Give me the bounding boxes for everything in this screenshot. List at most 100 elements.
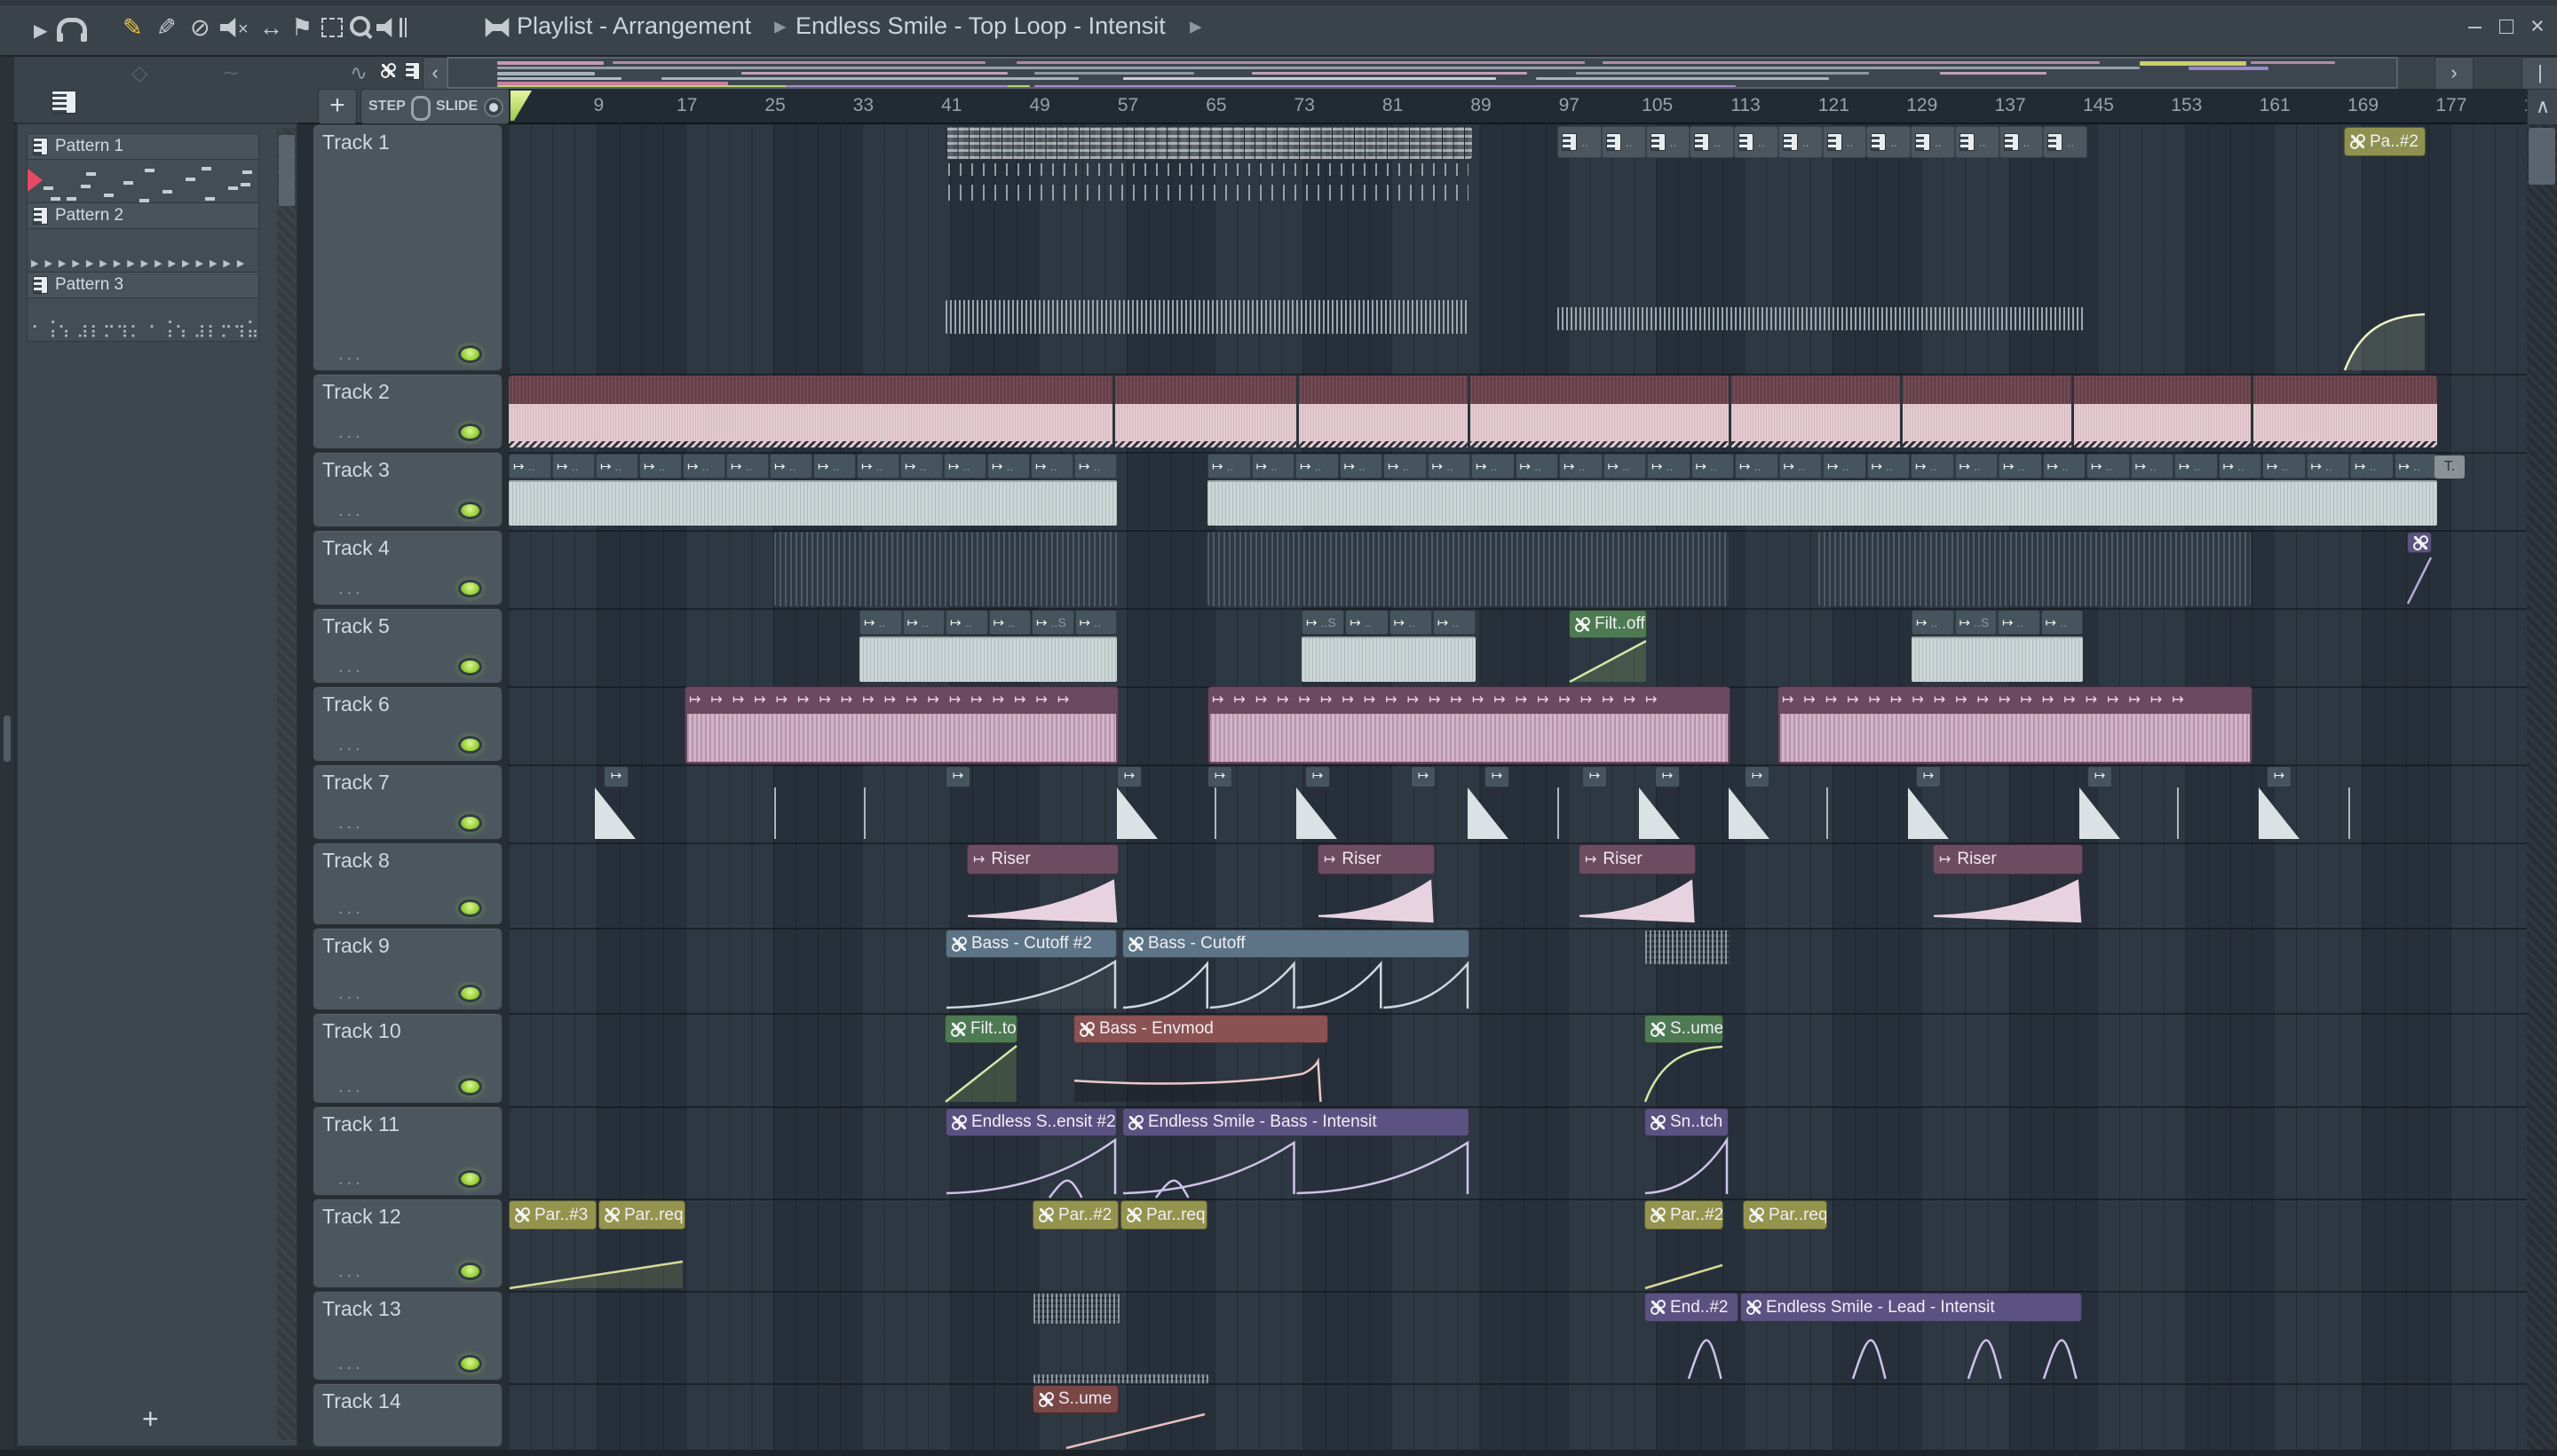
close-button[interactable]: × [2530,12,2545,40]
automation-spike[interactable] [1687,1325,1749,1380]
audio-clip-cell[interactable]: ↦.. [2174,454,2218,479]
pattern-clip[interactable]: .. [1777,126,1823,158]
automation-clip-label[interactable]: Endless Smile - Lead - Intensit [1740,1293,2082,1322]
track-header[interactable]: Track 11... [313,1106,503,1196]
audio-clip-cell[interactable]: ↦.. [596,454,638,479]
audio-clip-cell[interactable]: ↦.. [1295,454,1339,479]
audio-clip-cell[interactable]: ↦ ..S [1954,610,1997,635]
pattern-clip[interactable]: .. [1954,126,1999,158]
audio-clip-cell[interactable]: ↦.. [1735,454,1778,479]
playhead-marker[interactable] [511,91,532,121]
ramp-triangle-clip[interactable] [1468,787,1508,839]
automation-curve[interactable] [1643,1045,1723,1103]
striped-clip[interactable] [774,532,1117,606]
audio-clip-cell[interactable]: ↦.. [1954,454,1998,479]
track-mute-led[interactable] [458,1078,482,1096]
pattern-item[interactable]: Pattern 3 ⠂⢨⢢ ⣰⡆⡒⢲⡂ ⠂⢨⢢ ⣰⡆⡒⢲⣥ ⠂⢨⢢ ⣰⡆⡒⢲⡂ ⠂… [27,272,259,342]
audio-clip-cell[interactable]: ↦.. [726,454,769,479]
automation-clip-label[interactable]: End..#2 [1644,1293,1738,1322]
automation-spike[interactable] [1154,1174,1216,1199]
automation-clip-label[interactable]: Par..req [598,1200,685,1230]
audio-clip-cell[interactable]: ↦.. [1432,610,1476,635]
ramp-triangle-clip[interactable] [2259,787,2300,839]
playlist-grid[interactable]: ........................ Pa..#2 ↦.. ↦.. ↦.. ↦… [509,124,2527,1450]
pattern-panel-icon[interactable] [51,91,76,114]
track-options-dots[interactable]: ... [338,984,364,1004]
audio-clip-cell[interactable]: ↦.. [1823,454,1866,479]
automation-clip-header[interactable]: Bass - Cutoff [1122,930,1469,958]
pattern-clip[interactable]: .. [1734,126,1778,158]
audio-clip-cell[interactable]: ↦.. [2040,610,2083,635]
track-mute-led[interactable] [458,899,482,917]
truncated-clip-label[interactable]: T. [2434,455,2465,479]
audio-clip-cell[interactable]: ↦.. [1515,454,1558,479]
audio-clip-long[interactable] [509,376,2437,450]
automation-curve[interactable] [1073,1045,1328,1103]
marker-clip[interactable]: ↦ [1305,766,1330,787]
automation-curve[interactable] [946,959,1117,1009]
riser-waveform[interactable] [1579,876,1696,926]
audio-clip-cell[interactable]: ↦.. [770,454,812,479]
headphones-icon[interactable] [57,18,87,42]
marker-clip[interactable]: ↦ [946,766,970,787]
audio-clip-cell[interactable]: ↦.. [944,454,986,479]
slide-link-icon[interactable] [381,63,396,78]
ramp-triangle-clip[interactable] [1729,787,1769,839]
track-options-dots[interactable]: ... [338,1077,364,1097]
track-mute-led[interactable] [458,814,482,832]
automation-clip-header[interactable]: Filt..toff [945,1015,1017,1043]
pattern-preview[interactable] [27,160,259,203]
marker-clip[interactable]: ↦ [2267,766,2292,787]
left-edge-handle[interactable] [4,716,11,762]
audio-clip-cell[interactable]: ↦.. [1999,454,2042,479]
pattern-clip[interactable]: .. [1601,126,1646,158]
audio-clip-cell[interactable]: ↦.. [1074,454,1117,479]
audio-clip-cell[interactable]: ↦ ..S [1032,610,1074,635]
audio-clip-cell[interactable]: ↦.. [857,454,899,479]
ramp-triangle-clip[interactable] [2079,787,2120,839]
marker-clip[interactable]: ↦ [604,766,629,787]
striped-clip[interactable] [1818,532,2251,606]
pattern-clip[interactable]: .. [1911,126,1955,158]
audio-clip-cell[interactable]: ↦.. [552,454,595,479]
paint-icon[interactable]: ✎ [156,14,177,41]
marker-clip[interactable]: ↦ [1582,766,1607,787]
breadcrumb-arrangement[interactable]: Endless Smile - Top Loop - Intensit [796,12,1166,40]
track-header[interactable]: Track 5... [313,608,503,684]
muted-pattern-block[interactable] [1033,1373,1209,1384]
pattern-clip[interactable]: .. [1999,126,2044,158]
pattern-clip[interactable]: .. [1866,126,1911,158]
audio-clip-cell[interactable]: ↦.. [1603,454,1646,479]
automation-curve[interactable] [945,1045,1017,1103]
track-mute-led[interactable] [458,736,482,754]
muted-pattern-block[interactable] [1644,930,1730,965]
audio-clip-cell[interactable]: ↦.. [2306,454,2349,479]
audio-clip-cell[interactable]: ↦.. [1690,454,1734,479]
audio-clip-cell[interactable]: ↦.. [859,610,902,635]
audio-clip-cell[interactable]: ↦.. [902,610,945,635]
automation-clip-header[interactable]: Endless Smile - Bass - Intensit [1122,1108,1469,1136]
automation-clip-header[interactable]: Bass - Cutoff #2 [946,930,1117,958]
flag-icon[interactable]: ⚑ [291,14,313,41]
marker-clip[interactable]: ↦ [1411,766,1436,787]
muted-pattern-block[interactable] [1033,1293,1120,1325]
automation-clip-label[interactable]: Par..req [1120,1200,1207,1230]
track-header[interactable]: Track 2... [313,374,503,449]
pattern-item-header[interactable]: Pattern 3 [27,272,259,298]
striped-audio-clip[interactable]: ↦↦↦↦↦↦↦↦↦↦↦↦↦↦↦↦↦↦↦↦↦ [1207,686,1730,764]
track-header[interactable]: Track 13... [313,1291,503,1381]
pattern-clip-strip[interactable] [946,126,1473,160]
pattern-clip[interactable]: .. [1822,126,1867,158]
automation-clip-label[interactable]: S..ume [1033,1385,1119,1413]
pattern-item-header[interactable]: Pattern 2 [27,202,259,229]
audio-clip-cell[interactable]: ↦.. [2086,454,2130,479]
track-mute-led[interactable] [458,1170,482,1188]
track-mute-led[interactable] [458,345,482,363]
pattern-preview[interactable]: ⠂⢨⢢ ⣰⡆⡒⢲⡂ ⠂⢨⢢ ⣰⡆⡒⢲⣥ ⠂⢨⢢ ⣰⡆⡒⢲⡂ ⠂⢨⢢ ⣰⡆⡒⣶ [27,298,259,342]
track-header[interactable]: Track 12... [313,1199,503,1288]
pattern-clip[interactable]: .. [1645,126,1690,158]
wave-icon[interactable]: ∼ [222,60,240,86]
scroll-up-button[interactable]: ∧ [2527,89,2557,126]
select-icon[interactable] [321,18,343,37]
minimize-button[interactable]: – [2468,12,2482,40]
